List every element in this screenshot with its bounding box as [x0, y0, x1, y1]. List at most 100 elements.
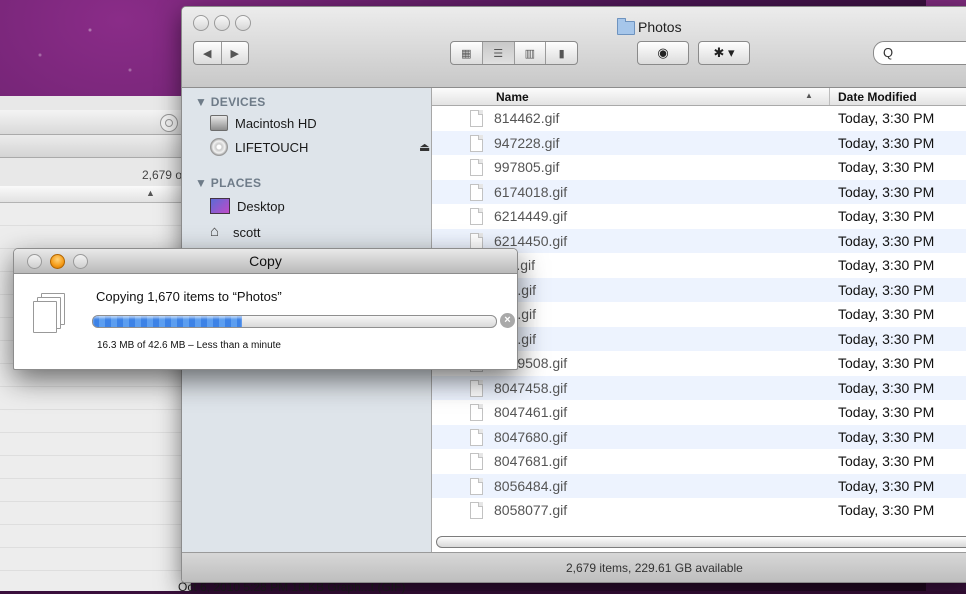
sidebar-item-label: Macintosh HD — [235, 115, 317, 131]
copy-message: Copying 1,670 items to “Photos” — [96, 289, 282, 304]
file-date-modified: Today, 3:30 PM — [838, 281, 935, 298]
bg-disc-icon[interactable] — [160, 114, 178, 132]
file-date-modified: Today, 3:30 PM — [838, 134, 935, 151]
gif-file-icon — [470, 159, 483, 176]
action-button[interactable]: ✱ ▾ — [698, 41, 750, 65]
copy-progress-fill — [93, 316, 243, 327]
table-row[interactable]: 6174018.gif Today, 3:30 PM — [432, 179, 966, 204]
table-row[interactable]: 8058077.gif Today, 3:30 PM — [432, 498, 966, 523]
file-date-modified: Today, 3:30 PM — [838, 379, 935, 396]
zoom-button[interactable] — [235, 15, 251, 31]
coverflow-view-icon[interactable]: ▮ — [546, 42, 577, 64]
window-title: Photos — [638, 19, 682, 35]
gif-file-icon — [470, 502, 483, 519]
file-date-modified: Today, 3:30 PM — [838, 477, 935, 494]
gif-file-icon — [470, 404, 483, 421]
file-date-modified: Today, 3:30 PM — [838, 404, 935, 420]
file-name: 6214449.gif — [494, 208, 568, 224]
file-date-modified: Today, 3:30 PM — [838, 183, 935, 200]
copy-dialog[interactable]: Copy Copying 1,670 items to “Photos” × 1… — [13, 248, 518, 370]
list-header[interactable]: Name ▲ Date Modified — [432, 88, 966, 106]
horizontal-scrollbar[interactable] — [436, 536, 966, 548]
eye-icon: ◉ — [657, 45, 669, 60]
file-date-modified: Today, 3:30 PM — [838, 208, 935, 224]
home-icon: ⌂ — [210, 223, 220, 240]
table-row[interactable]: 947228.gif Today, 3:30 PM — [432, 130, 966, 155]
gif-file-icon — [470, 453, 483, 470]
bg-path-bar — [0, 135, 190, 158]
quick-look-button[interactable]: ◉ — [637, 41, 689, 65]
gif-file-icon — [470, 428, 483, 446]
file-name: 8047681.gif — [494, 453, 568, 469]
gif-file-icon — [470, 208, 483, 225]
gif-file-icon — [470, 183, 483, 201]
hard-drive-icon — [210, 115, 228, 131]
table-row[interactable]: 997805.gif Today, 3:30 PM — [432, 155, 966, 180]
sidebar-item-label: Desktop — [237, 198, 285, 214]
list-view-icon[interactable]: ☰ — [482, 42, 515, 64]
gif-file-icon — [470, 110, 483, 127]
copy-detail: 16.3 MB of 42.6 MB – Less than a minute — [97, 340, 281, 351]
gif-file-icon — [470, 379, 483, 397]
desktop-icon — [210, 198, 230, 214]
search-icon: Q — [883, 45, 894, 60]
file-date-modified: Today, 3:30 PM — [838, 306, 935, 322]
sidebar-item-desktop[interactable]: Desktop — [210, 198, 285, 214]
copy-dialog-titlebar[interactable]: Copy — [14, 249, 517, 274]
table-row[interactable]: 814462.gif Today, 3:30 PM — [432, 106, 966, 131]
minimize-button[interactable] — [214, 15, 230, 31]
gif-file-icon — [470, 232, 483, 250]
file-name: 814462.gif — [494, 110, 560, 126]
file-name: 8058077.gif — [494, 502, 568, 518]
file-name: 947228.gif — [494, 134, 560, 151]
file-name: 6174018.gif — [494, 183, 568, 200]
places-header[interactable]: ▼ PLACES — [195, 176, 261, 190]
table-row[interactable]: 8056484.gif Today, 3:30 PM — [432, 473, 966, 498]
status-text: 2,679 items, 229.61 GB available — [566, 561, 743, 575]
close-button[interactable] — [193, 15, 209, 31]
file-date-modified: Today, 3:30 PM — [838, 232, 935, 249]
file-name: 8047461.gif — [494, 404, 568, 420]
bg-item-count: 2,679 o — [141, 168, 182, 182]
bg-column-header[interactable]: ▲ — [0, 186, 190, 203]
copy-dialog-title: Copy — [249, 253, 282, 269]
disc-icon — [210, 138, 228, 156]
file-name: 8047458.gif — [494, 379, 568, 396]
file-name: 8056484.gif — [494, 477, 568, 494]
file-name: 997805.gif — [494, 159, 560, 175]
search-field[interactable]: Q — [873, 41, 966, 65]
view-switcher[interactable]: ▦ ☰ ▥ ▮ — [450, 41, 578, 65]
devices-header[interactable]: ▼ DEVICES — [195, 95, 266, 109]
table-row[interactable]: 8047680.gif Today, 3:30 PM — [432, 424, 966, 449]
file-date-modified: Today, 3:30 PM — [838, 453, 935, 469]
stop-copy-icon[interactable]: × — [500, 313, 515, 328]
sidebar-item-label: LIFETOUCH — [235, 139, 309, 155]
column-divider[interactable] — [829, 88, 830, 105]
documents-icon — [32, 293, 65, 333]
gif-file-icon — [470, 477, 483, 495]
sidebar-item-lifetouch[interactable]: LIFETOUCH — [210, 138, 308, 156]
table-row[interactable]: 8047458.gif Today, 3:30 PM — [432, 375, 966, 400]
forward-arrow-icon[interactable]: ▶ — [222, 42, 249, 64]
column-view-icon[interactable]: ▥ — [515, 42, 547, 64]
file-name: 8047680.gif — [494, 428, 568, 445]
table-row[interactable]: 8047461.gif Today, 3:30 PM — [432, 400, 966, 425]
file-date-modified: Today, 3:30 PM — [838, 428, 935, 445]
icon-view-icon[interactable]: ▦ — [451, 42, 483, 64]
copy-progress-bar — [92, 315, 497, 328]
table-row[interactable]: 8047681.gif Today, 3:30 PM — [432, 449, 966, 474]
file-name: 6214450.gif — [494, 232, 568, 249]
column-header-date-modified[interactable]: Date Modified — [838, 90, 917, 104]
sidebar-item-label: scott — [233, 224, 261, 240]
status-bar: 2,679 items, 229.61 GB available — [182, 552, 966, 582]
column-header-name[interactable]: Name — [496, 90, 529, 104]
back-forward-control[interactable]: ◀ ▶ — [193, 41, 249, 65]
sidebar-item-scott[interactable]: ⌂ scott — [210, 224, 260, 240]
folder-icon — [617, 18, 635, 35]
back-arrow-icon[interactable]: ◀ — [194, 42, 222, 64]
eject-icon[interactable]: ⏏ — [419, 140, 430, 154]
sidebar-item-macintosh-hd[interactable]: Macintosh HD — [210, 115, 317, 131]
table-row[interactable]: 6214449.gif Today, 3:30 PM — [432, 204, 966, 229]
file-date-modified: Today, 3:30 PM — [838, 330, 935, 347]
gif-file-icon — [470, 134, 483, 152]
